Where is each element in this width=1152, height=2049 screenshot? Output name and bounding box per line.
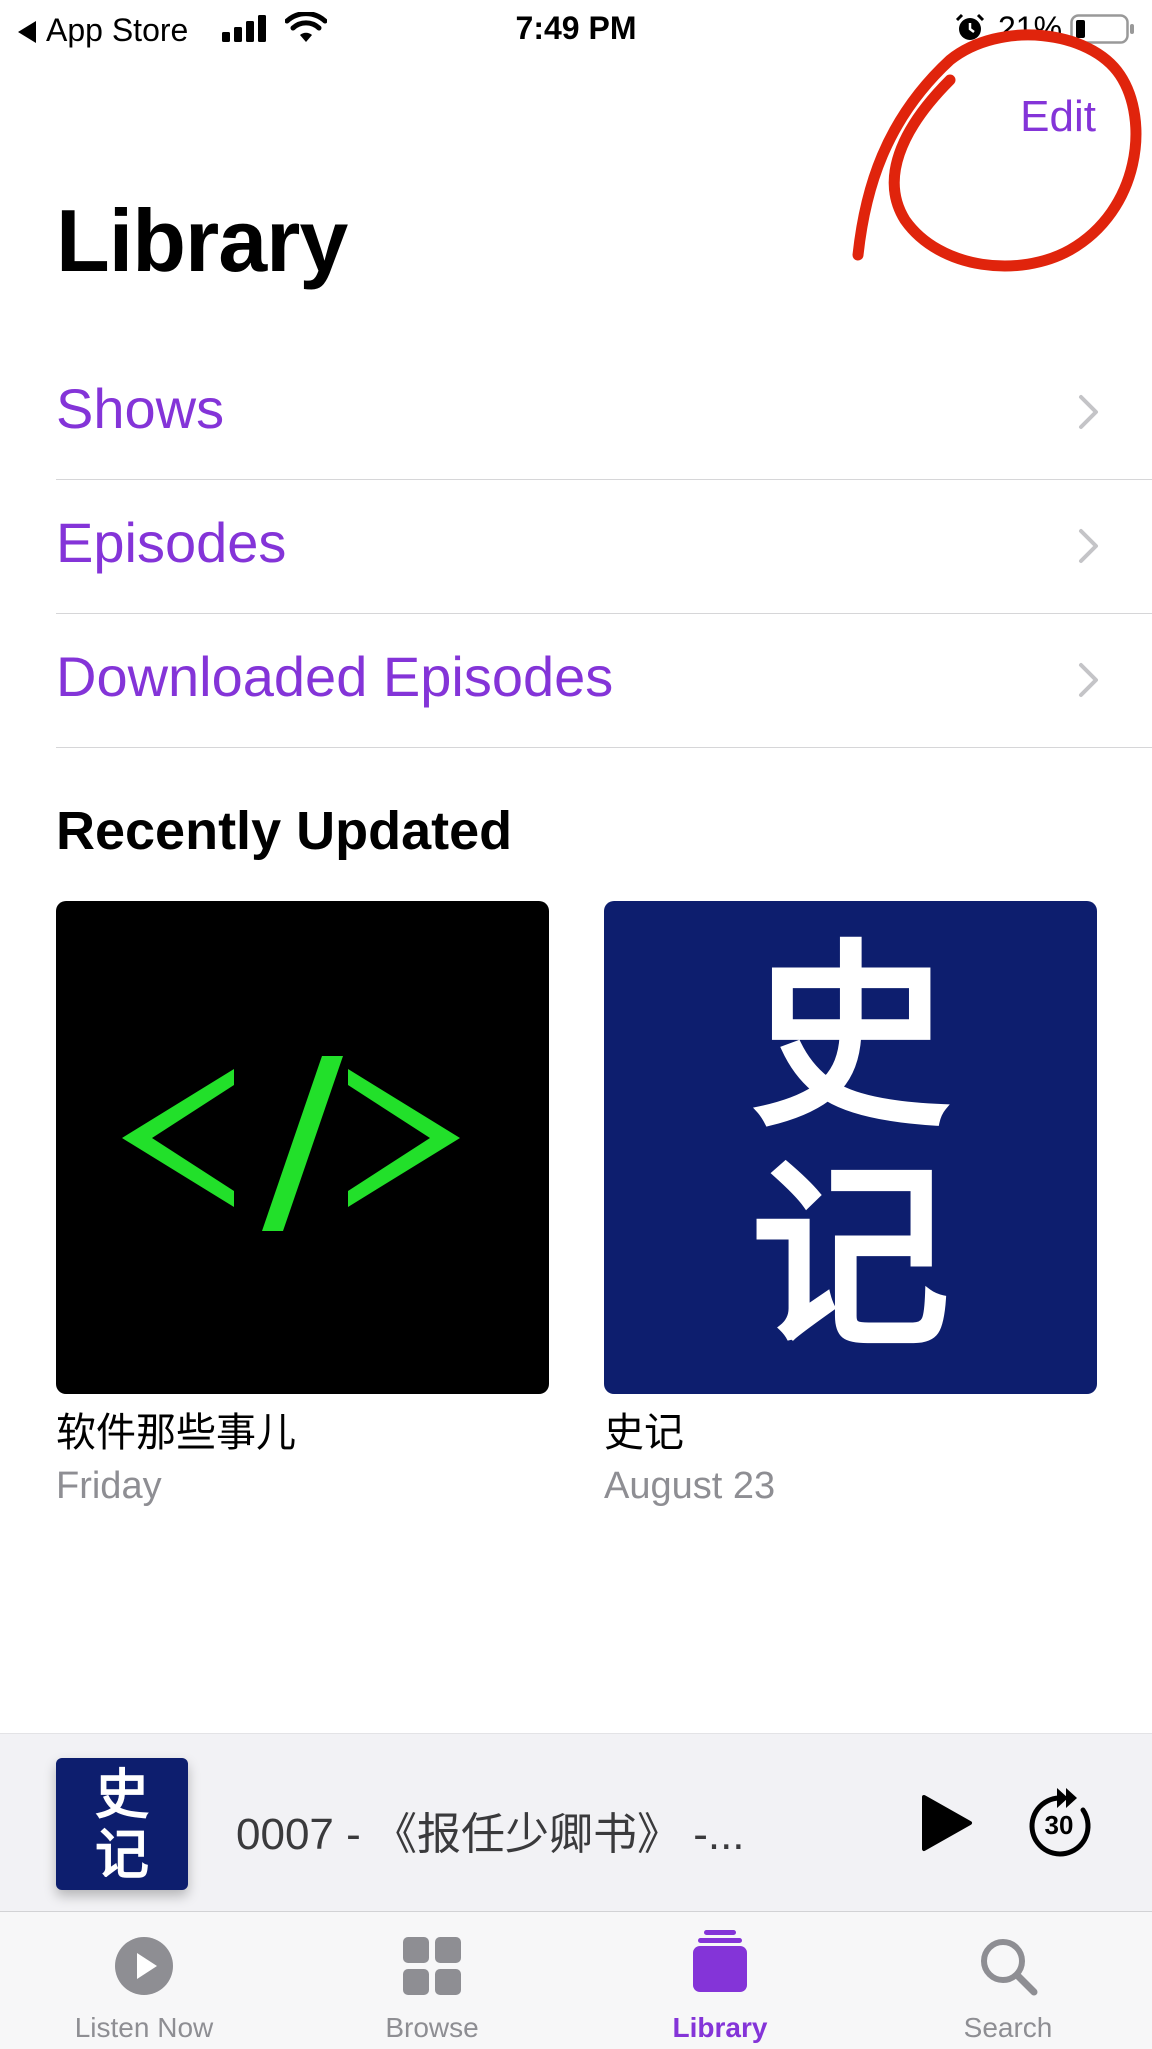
- row-label: Shows: [56, 377, 225, 440]
- podcast-date: August 23: [604, 1465, 776, 1507]
- artwork-char: 记: [750, 1139, 951, 1375]
- tab-label: Library: [672, 2012, 768, 2043]
- podcast-card[interactable]: 史 记 史记 August 23: [604, 901, 1097, 1514]
- chevron-right-icon: [1079, 395, 1098, 429]
- library-row-shows[interactable]: Shows: [56, 346, 1152, 480]
- skip-forward-button[interactable]: 30: [1024, 1786, 1094, 1858]
- podcast-name: 软件那些事儿: [56, 1411, 296, 1455]
- artwork-char: 史: [95, 1762, 149, 1826]
- podcast-date: Friday: [56, 1465, 162, 1507]
- code-brackets-logo: [122, 1056, 460, 1231]
- search-icon: [981, 1939, 1038, 1996]
- row-label: Episodes: [56, 511, 287, 574]
- page-title: Library: [56, 191, 348, 290]
- section-title-recently-updated: Recently Updated: [56, 801, 513, 861]
- chevron-right-icon: [1079, 529, 1098, 563]
- mini-player[interactable]: 史 记 0007 - 《报任少卿书》 -... 30: [0, 1733, 1152, 1912]
- podcast-card[interactable]: 软件那些事儿 Friday: [56, 901, 549, 1514]
- tab-search[interactable]: Search: [864, 1912, 1152, 2049]
- artwork-char: 记: [95, 1822, 149, 1886]
- tab-bar: Listen Now Browse Library Search: [0, 1911, 1152, 2049]
- tab-label: Search: [963, 2012, 1053, 2043]
- podcast-artwork[interactable]: 史 记: [604, 901, 1097, 1394]
- stack-icon: [693, 1930, 747, 1992]
- tab-label: Listen Now: [74, 2012, 214, 2043]
- artwork-char: 史: [750, 919, 951, 1155]
- podcast-name: 史记: [604, 1411, 684, 1455]
- tab-browse[interactable]: Browse: [288, 1912, 576, 2049]
- podcast-artwork[interactable]: [56, 901, 549, 1394]
- tab-listen-now[interactable]: Listen Now: [0, 1912, 288, 2049]
- now-playing-title[interactable]: 0007 - 《报任少卿书》 -...: [236, 1798, 745, 1862]
- library-row-downloaded-episodes[interactable]: Downloaded Episodes: [56, 614, 1152, 748]
- row-label: Downloaded Episodes: [56, 645, 614, 708]
- play-icon[interactable]: [920, 1794, 974, 1852]
- grid-icon: [403, 1937, 461, 1995]
- tab-library[interactable]: Library: [576, 1912, 864, 2049]
- chevron-right-icon: [1079, 663, 1098, 697]
- skip-seconds-label: 30: [1044, 1810, 1074, 1840]
- mini-player-artwork[interactable]: 史 记: [56, 1758, 188, 1890]
- tab-label: Browse: [385, 2012, 479, 2043]
- library-row-episodes[interactable]: Episodes: [56, 480, 1152, 614]
- hand-drawn-circle-annotation: [852, 29, 1142, 272]
- library-list: Shows Episodes Downloaded Episodes: [56, 346, 1152, 748]
- play-circle-icon: [115, 1937, 173, 1995]
